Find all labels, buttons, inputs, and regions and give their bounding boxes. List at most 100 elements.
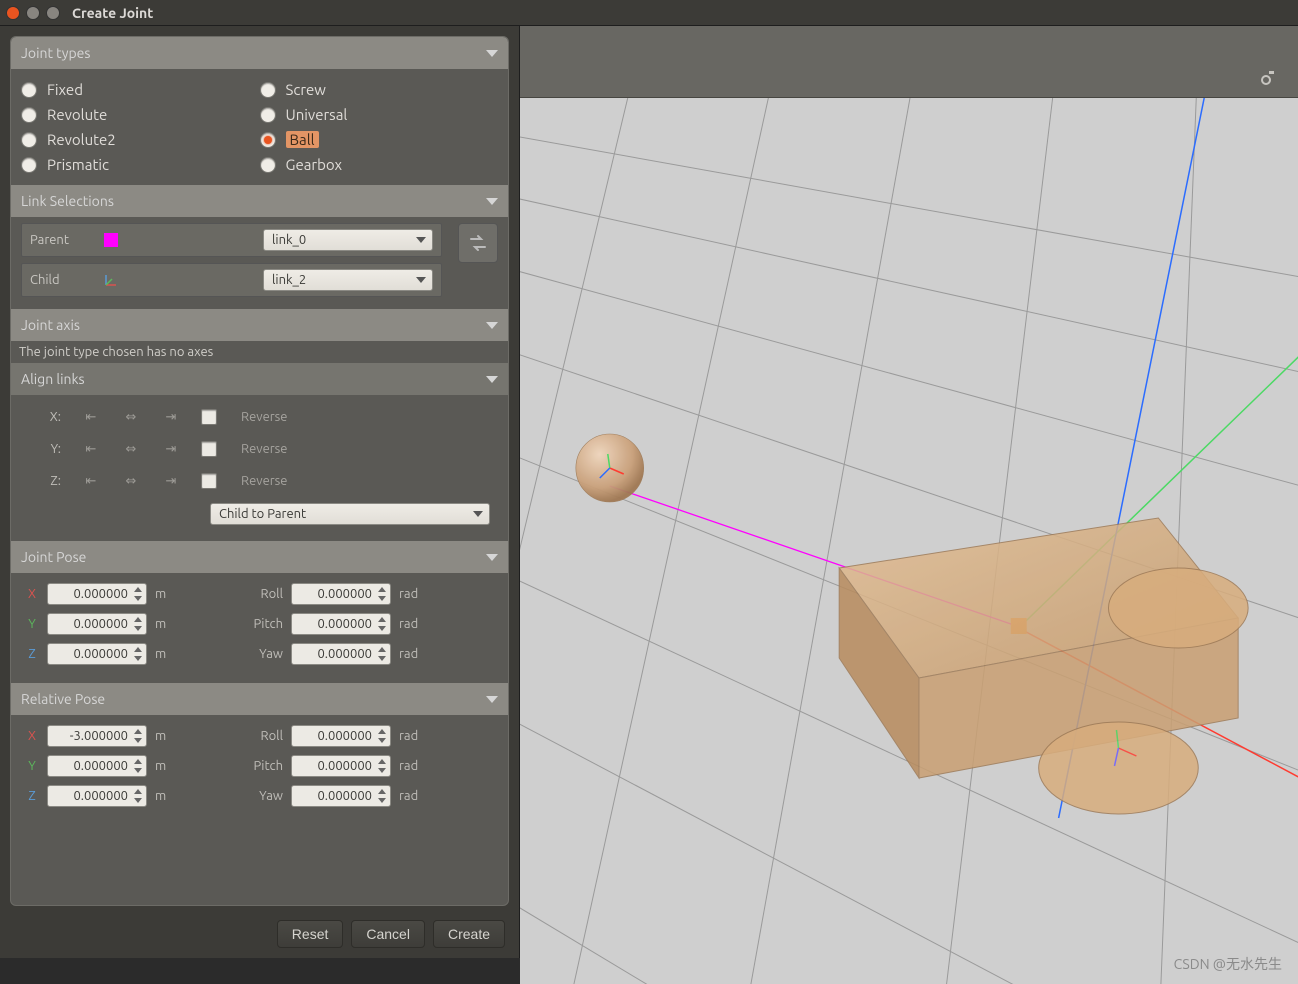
reverse-x-checkbox[interactable] [201,409,217,425]
radio-label: Prismatic [47,156,109,173]
unit-label: rad [399,647,427,661]
align-z-min-icon[interactable]: ⇤ [81,473,101,489]
child-link-dropdown[interactable]: link_2 [263,269,433,291]
joint-pose-yaw-input[interactable]: 0.000000 [291,643,391,665]
align-y-max-icon[interactable]: ⇥ [161,441,181,457]
align-z-center-icon[interactable]: ⇔ [121,473,141,489]
spin-value: -3.000000 [70,729,128,743]
radio-ball[interactable]: Ball [260,131,499,148]
relative-pose-yaw-input[interactable]: 0.000000 [291,785,391,807]
section-title: Joint axis [21,317,80,333]
parent-link-row: Parent link_0 [21,223,442,257]
radio-universal[interactable]: Universal [260,106,499,123]
axis-z-label: Z [25,789,39,803]
minimize-window-button[interactable] [26,6,40,20]
spin-value: 0.000000 [317,617,372,631]
app-root: Create Joint Joint types Fixed Revolute … [0,0,1298,984]
radio-screw[interactable]: Screw [260,81,499,98]
section-header-relative-pose[interactable]: Relative Pose [11,683,508,715]
align-y-row: Y: ⇤ ⇔ ⇥ Reverse [21,433,498,465]
parent-link-dropdown[interactable]: link_0 [263,229,433,251]
section-header-link-selections[interactable]: Link Selections [11,185,508,217]
align-x-center-icon[interactable]: ⇔ [121,409,141,425]
radio-gearbox[interactable]: Gearbox [260,156,499,173]
radio-revolute2[interactable]: Revolute2 [21,131,260,148]
spin-value: 0.000000 [73,789,128,803]
section-header-joint-pose[interactable]: Joint Pose [11,541,508,573]
section-title: Relative Pose [21,691,105,707]
dialog-footer: Reset Cancel Create [277,920,505,948]
link-selections-body: Parent link_0 Child link_2 [11,217,508,309]
angle-label: Roll [243,587,283,601]
chevron-down-icon [486,376,498,383]
section-header-joint-axis[interactable]: Joint axis [11,309,508,341]
child-link-row: Child link_2 [21,263,442,297]
cancel-button[interactable]: Cancel [351,920,425,948]
align-z-max-icon[interactable]: ⇥ [161,473,181,489]
swap-links-button[interactable] [458,223,498,263]
window-title-bar: Create Joint [0,0,1298,26]
chevron-down-icon [486,322,498,329]
joint-pose-body: X0.000000m Roll0.000000rad Y0.000000m Pi… [11,573,508,683]
unit-label: rad [399,587,427,601]
radio-label: Screw [286,81,326,98]
radio-label: Universal [286,106,348,123]
align-z-row: Z: ⇤ ⇔ ⇥ Reverse [21,465,498,497]
joint-pose-y-input[interactable]: 0.000000 [47,613,147,635]
create-joint-dialog: Joint types Fixed Revolute Revolute2 Pri… [0,26,520,958]
dropdown-value: Child to Parent [219,507,306,521]
reverse-label: Reverse [241,442,288,456]
pose-row: Z0.000000m Yaw0.000000rad [25,785,494,807]
3d-viewport[interactable] [520,98,1298,984]
joint-types-col-1: Fixed Revolute Revolute2 Prismatic [21,75,260,179]
pose-row: X0.000000m Roll0.000000rad [25,583,494,605]
radio-label: Ball [286,131,319,148]
unit-label: rad [399,759,427,773]
chevron-down-icon [486,554,498,561]
spin-value: 0.000000 [73,617,128,631]
close-window-button[interactable] [6,6,20,20]
relative-pose-x-input[interactable]: -3.000000 [47,725,147,747]
unit-label: rad [399,729,427,743]
align-y-min-icon[interactable]: ⇤ [81,441,101,457]
align-x-min-icon[interactable]: ⇤ [81,409,101,425]
joint-pose-pitch-input[interactable]: 0.000000 [291,613,391,635]
axis-label: X: [41,410,61,424]
chevron-down-icon [486,696,498,703]
align-direction-dropdown[interactable]: Child to Parent [210,503,490,525]
section-header-joint-types[interactable]: Joint types [11,37,508,69]
reverse-y-checkbox[interactable] [201,441,217,457]
joint-pose-roll-input[interactable]: 0.000000 [291,583,391,605]
joint-pose-z-input[interactable]: 0.000000 [47,643,147,665]
relative-pose-pitch-input[interactable]: 0.000000 [291,755,391,777]
axis-label: Z: [41,474,61,488]
radio-prismatic[interactable]: Prismatic [21,156,260,173]
radio-fixed[interactable]: Fixed [21,81,260,98]
axis-y-label: Y [25,617,39,631]
angle-label: Pitch [243,759,283,773]
section-title: Joint Pose [21,549,86,565]
parent-swatch [104,233,118,247]
pose-row: Y0.000000m Pitch0.000000rad [25,613,494,635]
maximize-window-button[interactable] [46,6,60,20]
angle-label: Yaw [243,789,283,803]
align-x-max-icon[interactable]: ⇥ [161,409,181,425]
reset-button[interactable]: Reset [277,920,344,948]
relative-pose-body: X-3.000000m Roll0.000000rad Y0.000000m P… [11,715,508,825]
relative-pose-y-input[interactable]: 0.000000 [47,755,147,777]
align-y-center-icon[interactable]: ⇔ [121,441,141,457]
pose-row: Y0.000000m Pitch0.000000rad [25,755,494,777]
unit-label: m [155,759,183,773]
unit-label: m [155,729,183,743]
chevron-down-icon [486,198,498,205]
relative-pose-roll-input[interactable]: 0.000000 [291,725,391,747]
reverse-z-checkbox[interactable] [201,473,217,489]
joint-pose-x-input[interactable]: 0.000000 [47,583,147,605]
unit-label: m [155,647,183,661]
child-label: Child [30,273,100,287]
relative-pose-z-input[interactable]: 0.000000 [47,785,147,807]
radio-revolute[interactable]: Revolute [21,106,260,123]
section-header-align-links[interactable]: Align links [11,363,508,395]
camera-icon[interactable] [1254,69,1278,89]
create-button[interactable]: Create [433,920,505,948]
